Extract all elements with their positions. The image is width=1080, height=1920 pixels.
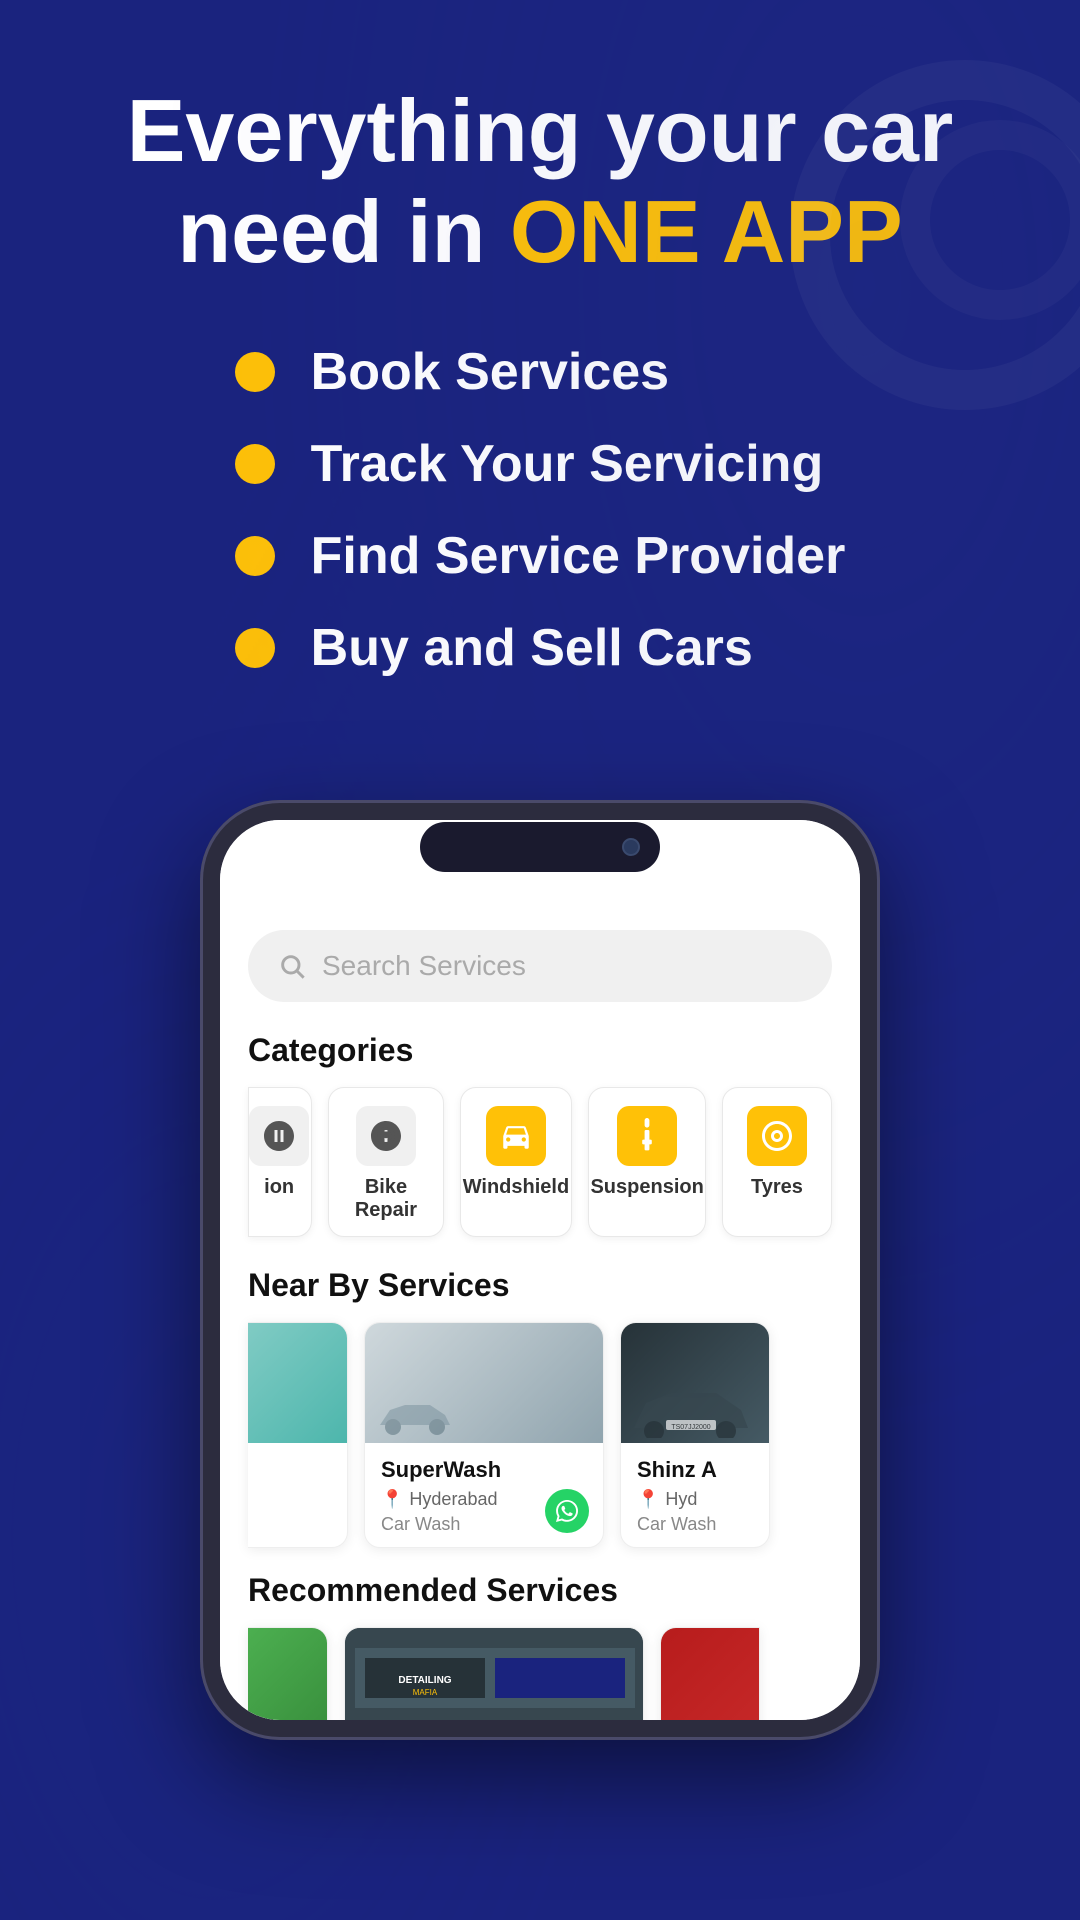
rec-partial-right[interactable]	[660, 1627, 760, 1720]
camera-cutout	[420, 822, 660, 872]
svg-text:TS07JJ2000: TS07JJ2000	[671, 1424, 710, 1431]
camera-dot	[622, 838, 640, 856]
bullet-dot-track	[235, 444, 275, 484]
service-name-superwash: SuperWash	[381, 1457, 587, 1483]
nearby-header: Near By Services	[220, 1267, 860, 1304]
recommended-scroll: ash ng	[220, 1627, 860, 1720]
cat-icon-bike-repair	[356, 1106, 416, 1166]
recommended-header: Recommended Services	[220, 1572, 860, 1609]
feature-item-book: Book Services	[235, 342, 846, 402]
categories-section: Categories	[220, 1032, 860, 1237]
feature-label-buy: Buy and Sell Cars	[311, 618, 753, 678]
location-pin-shinza: 📍	[637, 1489, 659, 1510]
service-card-body-shinza: Shinz A 📍 Hyd Car Wash	[621, 1443, 769, 1547]
nearby-left-partial[interactable]	[248, 1322, 348, 1548]
feature-item-buy: Buy and Sell Cars	[235, 618, 846, 678]
category-item-windshield[interactable]: Windshield	[460, 1087, 573, 1237]
categories-header: Categories	[220, 1032, 860, 1069]
feature-item-find: Find Service Provider	[235, 526, 846, 586]
features-list: Book Services Track Your Servicing Find …	[235, 342, 846, 710]
nearby-scroll: SuperWash 📍 Hyderabad Car Wash	[220, 1322, 860, 1548]
feature-label-track: Track Your Servicing	[311, 434, 824, 494]
bullet-dot-find	[235, 536, 275, 576]
feature-label-find: Find Service Provider	[311, 526, 846, 586]
cat-label-bike-repair: Bike Repair	[345, 1176, 426, 1222]
cat-icon-suspension	[617, 1106, 677, 1166]
rec-card-image-detailing: DETAILING MAFIA	[345, 1628, 643, 1720]
feature-label-book: Book Services	[311, 342, 669, 402]
bullet-dot-buy	[235, 628, 275, 668]
service-card-image-superwash	[365, 1323, 603, 1443]
categories-scroll: ion	[220, 1087, 860, 1237]
search-placeholder: Search Services	[322, 950, 526, 982]
cat-icon-windshield	[486, 1106, 546, 1166]
svg-text:MAFIA: MAFIA	[413, 1688, 438, 1697]
cat-label-partial: ion	[264, 1176, 294, 1199]
app-content: Search Services Categories	[220, 820, 860, 1720]
location-text-superwash: Hyderabad	[409, 1489, 497, 1510]
rec-card-detailing-mafia[interactable]: DETAILING MAFIA The Detailing Mafia Niza…	[344, 1627, 644, 1720]
service-type-shinza: Car Wash	[637, 1514, 753, 1535]
location-pin-superwash: 📍	[381, 1489, 403, 1510]
hero-title: Everything your car need in ONE APP	[80, 80, 1000, 282]
cat-label-suspension: Suspension	[590, 1176, 703, 1199]
hero-title-line1: Everything your car	[127, 81, 954, 180]
nearby-section: Near By Services	[220, 1267, 860, 1548]
recommended-section: Recommended Services ash ng	[220, 1572, 860, 1720]
phone-screen: Search Services Categories	[220, 820, 860, 1720]
service-card-shinza[interactable]: TS07JJ2000 Shinz A 📍 Hyd Car Was	[620, 1322, 770, 1548]
location-text-shinza: Hyd	[665, 1489, 697, 1510]
app-root: Everything your car need in ONE APP Book…	[0, 0, 1080, 1920]
category-item-partial[interactable]: ion	[248, 1087, 312, 1237]
category-item-tyres[interactable]: Tyres	[722, 1087, 832, 1237]
cat-icon-partial	[249, 1106, 309, 1166]
cat-label-windshield: Windshield	[463, 1176, 569, 1199]
rec-partial-left[interactable]: ash ng	[248, 1627, 328, 1720]
service-card-image-shinza: TS07JJ2000	[621, 1323, 769, 1443]
service-name-shinza: Shinz A	[637, 1457, 753, 1483]
category-item-bike-repair[interactable]: Bike Repair	[328, 1087, 443, 1237]
search-icon	[278, 952, 306, 980]
cat-label-tyres: Tyres	[751, 1176, 803, 1199]
bullet-dot-book	[235, 352, 275, 392]
hero-title-line2: need in	[177, 182, 510, 281]
service-card-superwash[interactable]: SuperWash 📍 Hyderabad Car Wash	[364, 1322, 604, 1548]
phone-frame: Search Services Categories	[200, 800, 880, 1740]
phone-mockup: Search Services Categories	[200, 800, 880, 1740]
category-item-suspension[interactable]: Suspension	[588, 1087, 706, 1237]
service-location-shinza: 📍 Hyd	[637, 1489, 753, 1510]
hero-title-highlight: ONE APP	[510, 182, 903, 281]
hero-section: Everything your car need in ONE APP Book…	[0, 0, 1080, 770]
search-bar[interactable]: Search Services	[248, 930, 832, 1002]
svg-text:DETAILING: DETAILING	[398, 1675, 451, 1686]
feature-item-track: Track Your Servicing	[235, 434, 846, 494]
cat-icon-tyres	[747, 1106, 807, 1166]
